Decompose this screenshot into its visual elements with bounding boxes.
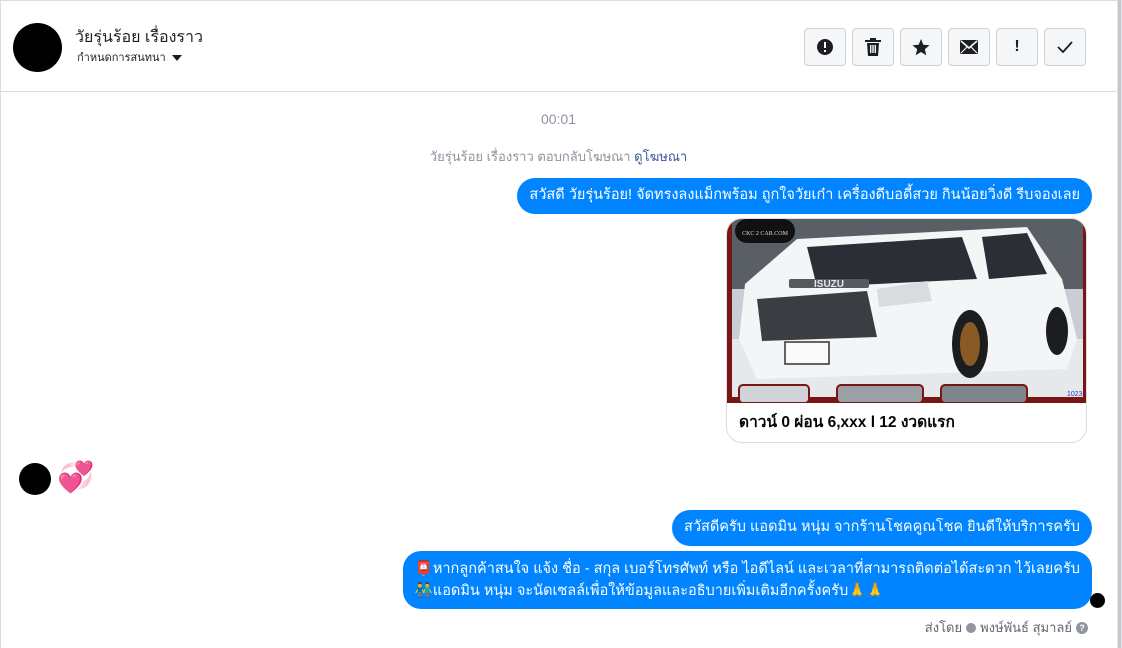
view-ad-link[interactable]: ดูโฆษณา [634,149,687,164]
sent-by-info: ส่งโดย พงษ์พันธ์ สุมาลย์ ? [925,617,1088,638]
ad-card-caption[interactable]: ดาวน์ 0 ผ่อน 6,xxx l 12 งวดแรก [739,409,955,434]
conversation-setting-label: กำหนดการสนทนา [77,52,166,64]
checkmark-icon [1057,41,1073,53]
image-tag: 1023 [1067,391,1083,398]
conversation-setting-dropdown[interactable]: กำหนดการสนทนา [77,48,182,66]
action-toolbar: ! [804,28,1086,66]
message-bubble-greeting: สวัสดีครับ แอดมิน หนุ่ม จากร้านโชคคูณโชค… [672,510,1092,546]
watermark-text: CKC 2 CAR.COM [742,231,789,237]
trash-icon [865,38,881,56]
sent-by-label: ส่งโดย [924,620,963,635]
car-image[interactable]: ISUZU CKC 2 CAR.COM 1023 [727,219,1087,403]
follow-up-button[interactable]: ! [996,28,1038,66]
ad-reply-note: วัยรุ่นร้อย เรื่องราว ตอบกลับโฆษณา ดูโฆษ… [0,146,1117,167]
alert-circle-icon [817,39,833,55]
heart-reaction: 💞 [57,460,95,495]
scrollbar-thumb[interactable] [1118,0,1121,648]
help-icon[interactable]: ? [1076,621,1088,634]
message-bubble-info: 📮หากลูกค้าสนใจ แจ้ง ชื่อ - สกุล เบอร์โทร… [402,551,1092,609]
envelope-icon [960,40,978,54]
mark-unread-button[interactable] [948,28,990,66]
brand-badge: ISUZU [814,279,844,290]
seen-avatar [1090,593,1105,608]
contact-name[interactable]: วัยรุ่นร้อย เรื่องราว [75,25,203,50]
conversation-header: วัยรุ่นร้อย เรื่องราว กำหนดการสนทนา ! [0,0,1117,92]
customer-avatar[interactable] [19,463,51,495]
star-button[interactable] [900,28,942,66]
scrollbar[interactable] [1117,0,1122,648]
exclamation-icon: ! [1014,38,1020,55]
ad-card[interactable]: ISUZU CKC 2 CAR.COM 1023 ดาวน์ 0 ผ่อน 6,… [726,218,1087,443]
caret-down-icon [171,54,182,61]
mark-spam-button[interactable] [804,28,846,66]
star-icon [912,38,930,55]
avatar[interactable] [13,23,62,72]
ad-reply-text: วัยรุ่นร้อย เรื่องราว ตอบกลับโฆษณา [429,149,631,164]
mark-done-button[interactable] [1044,28,1086,66]
sender-name[interactable]: พงษ์พันธ์ สุมาลย์ [980,617,1072,638]
check-circle-icon [966,622,977,633]
delete-button[interactable] [852,28,894,66]
message-line: 👬แอดมิน หนุ่ม จะนัดเซลล์เพื่อให้ข้อมูลแล… [414,583,885,599]
message-line: 📮หากลูกค้าสนใจ แจ้ง ชื่อ - สกุล เบอร์โทร… [414,561,1080,577]
message-timestamp: 00:01 [540,111,577,127]
message-bubble-ad: สวัสดี วัยรุ่นร้อย! จัดทรงลงแม็กพร้อม ถู… [517,178,1092,214]
